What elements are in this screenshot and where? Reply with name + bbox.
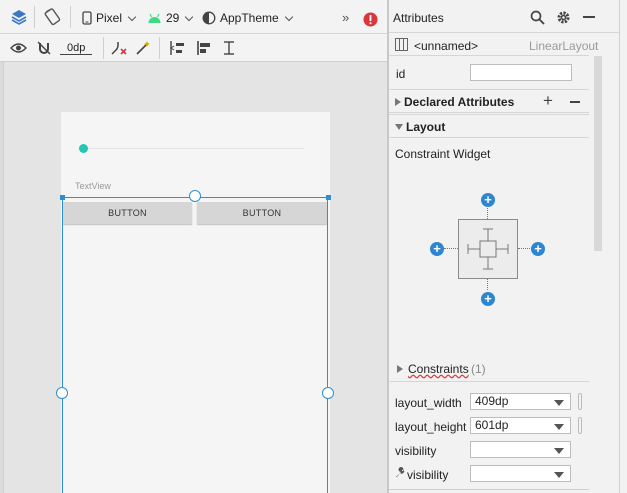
theme-icon [202,11,216,25]
selection-outline [62,197,328,493]
id-label: id [396,67,406,81]
clear-constraints-icon[interactable] [110,38,128,58]
expand-icon [397,365,403,373]
component-name: <unnamed> [414,39,479,53]
attributes-header: Attributes [389,0,627,33]
tools-visibility-dropdown[interactable] [470,465,571,482]
phone-icon [82,11,92,25]
chevron-down-icon [185,12,194,21]
dropdown-arrow-icon [554,448,564,454]
margin-value: 0dp [60,42,93,55]
resize-corner[interactable] [60,195,65,200]
pack-icon[interactable] [168,38,186,58]
chevron-down-icon [127,12,137,21]
design-toolbar: Pixel 29 AppTheme » [0,0,387,34]
wrench-icon [395,467,405,481]
orientation-icon[interactable] [43,7,61,27]
layout-height-value: 601dp [475,418,509,432]
layout-width-label: layout_width [395,396,462,410]
theme-selector[interactable]: AppTheme [202,8,293,28]
constraint-widget: + + + + [429,186,559,306]
device-selector[interactable]: Pixel [82,8,137,28]
layout-height-dropdown[interactable]: 601dp [470,417,571,434]
default-margin-button[interactable]: 0dp [60,38,93,58]
right-anchor-handle[interactable] [322,387,334,399]
layout-width-value: 409dp [475,394,509,408]
declared-attributes-header[interactable]: Declared Attributes + [389,89,589,113]
gear-icon[interactable] [556,10,571,28]
height-indicator[interactable] [578,417,582,434]
error-icon[interactable] [363,9,378,29]
seekbar-thumb[interactable] [79,144,88,153]
left-anchor-handle[interactable] [56,387,68,399]
declared-attributes-title: Declared Attributes [404,95,515,109]
infer-constraints-icon[interactable] [135,38,151,58]
constraints-row[interactable]: Constraints (1) [389,358,589,382]
side-tool-strip [619,0,627,493]
overflow-button[interactable]: » [342,7,349,27]
theme-label: AppTheme [220,11,279,25]
layout-header[interactable]: Layout [389,114,589,138]
add-icon[interactable]: + [543,91,553,111]
expand-icon [395,98,401,106]
visibility-label: visibility [395,444,437,458]
attributes-panel: Attributes <unnamed> LinearLayout id Dec… [389,0,627,493]
align-icon[interactable] [196,38,212,58]
add-left-constraint-icon[interactable]: + [430,242,444,256]
component-type: LinearLayout [529,39,599,53]
dropdown-arrow-icon [554,400,564,406]
textview-widget[interactable]: TextView [75,181,111,191]
chevron-down-icon [284,12,293,21]
remove-icon[interactable] [570,101,580,103]
layout-height-label: layout_height [395,420,467,434]
id-field[interactable] [470,64,572,81]
size-control-icon[interactable] [458,219,518,279]
guidelines-icon[interactable] [222,38,238,58]
layout-width-dropdown[interactable]: 409dp [470,393,571,410]
design-toolbar-secondary: 0dp [0,34,387,62]
constraint-widget-label: Constraint Widget [395,147,491,161]
attributes-title: Attributes [393,11,444,25]
design-pane: Pixel 29 AppTheme » 0dp TextView BUTTON … [0,0,387,493]
minimize-icon[interactable] [583,16,595,18]
search-icon[interactable] [530,10,545,28]
linear-layout-icon [395,38,408,54]
seekbar-track[interactable] [84,148,304,149]
add-top-constraint-icon[interactable]: + [481,193,495,207]
resize-corner[interactable] [326,195,331,200]
magnet-off-icon[interactable] [36,38,52,58]
tools-visibility-label: visibility [407,468,449,482]
layout-title: Layout [406,120,446,134]
api-level-label: 29 [166,11,180,25]
eye-icon[interactable] [10,38,27,58]
visibility-dropdown[interactable] [470,441,571,458]
constraints-count: (1) [471,362,486,376]
add-right-constraint-icon[interactable]: + [531,242,545,256]
top-anchor-handle[interactable] [189,190,201,202]
design-surface-icon[interactable] [10,7,28,27]
device-label: Pixel [96,11,123,25]
dropdown-arrow-icon [554,472,564,478]
constraints-label: Constraints [408,362,469,376]
collapse-icon [395,124,403,130]
add-bottom-constraint-icon[interactable]: + [481,292,495,306]
section-divider [389,489,589,490]
component-row: <unnamed> LinearLayout [389,34,598,56]
dropdown-arrow-icon [554,424,564,430]
android-icon [148,13,161,23]
width-indicator[interactable] [578,393,582,410]
api-level-selector[interactable]: 29 [147,8,194,28]
attributes-scrollbar[interactable] [594,56,602,251]
